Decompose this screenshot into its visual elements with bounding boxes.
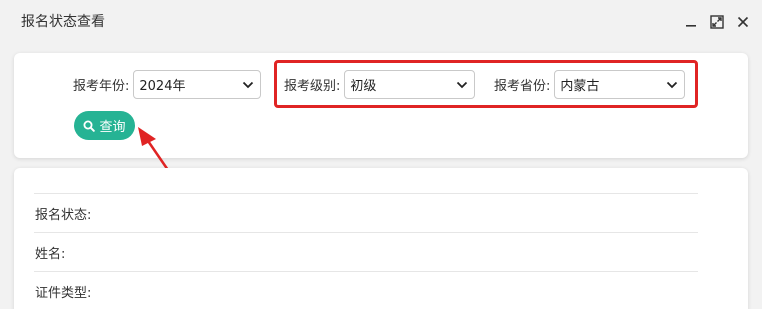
detail-row-status: 报名状态: [34,193,698,232]
year-field: 报考年份: 2024年 [73,70,262,99]
window-title: 报名状态查看 [21,14,105,30]
detail-row-id-type: 证件类型: [34,271,698,309]
detail-label-id-type: 证件类型: [35,285,92,301]
query-button-label: 查询 [99,120,126,135]
chevron-down-icon [243,81,254,88]
window-controls [678,10,756,34]
close-icon[interactable] [730,10,756,34]
query-button[interactable]: 查询 [74,111,135,140]
year-select-value: 2024年 [139,79,186,94]
minimize-icon[interactable] [678,10,704,34]
maximize-icon[interactable] [704,10,730,34]
detail-label-status: 报名状态: [35,207,92,223]
annotation-highlight-box [274,60,698,108]
year-label: 报考年份: [73,79,130,94]
detail-row-name: 姓名: [34,232,698,271]
detail-label-name: 姓名: [35,246,66,262]
search-icon [83,120,96,132]
window-titlebar: 报名状态查看 [0,0,762,42]
year-select[interactable]: 2024年 [133,70,262,99]
